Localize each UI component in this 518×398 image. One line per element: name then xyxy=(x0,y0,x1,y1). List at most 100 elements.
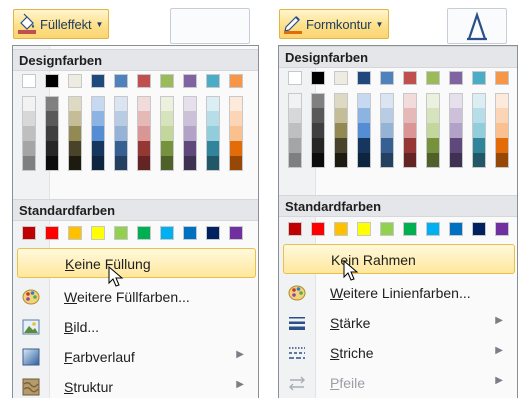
standard-color-swatch[interactable] xyxy=(311,222,325,236)
theme-color-swatch[interactable] xyxy=(137,74,151,88)
theme-shade-swatch[interactable] xyxy=(114,141,128,156)
theme-shade-swatch[interactable] xyxy=(311,153,325,168)
theme-shade-swatch[interactable] xyxy=(334,138,348,153)
theme-color-swatch[interactable] xyxy=(426,71,440,85)
theme-shade-swatch[interactable] xyxy=(114,111,128,126)
theme-shade-swatch[interactable] xyxy=(357,123,371,138)
theme-shade-swatch[interactable] xyxy=(403,123,417,138)
theme-shade-swatch[interactable] xyxy=(160,96,174,111)
standard-color-swatch[interactable] xyxy=(22,226,36,240)
theme-shade-swatch[interactable] xyxy=(137,141,151,156)
theme-color-swatch[interactable] xyxy=(311,71,325,85)
theme-shade-swatch[interactable] xyxy=(114,156,128,171)
theme-shade-swatch[interactable] xyxy=(472,138,486,153)
theme-shade-swatch[interactable] xyxy=(229,126,243,141)
theme-shade-swatch[interactable] xyxy=(449,138,463,153)
theme-shade-swatch[interactable] xyxy=(206,156,220,171)
theme-color-swatch[interactable] xyxy=(380,71,394,85)
theme-shade-swatch[interactable] xyxy=(206,96,220,111)
theme-shade-swatch[interactable] xyxy=(160,141,174,156)
standard-color-swatch[interactable] xyxy=(160,226,174,240)
shape-outline-button[interactable]: Formkontur ▼ xyxy=(279,9,390,39)
menu-item-no-fill[interactable]: Keine Füllung xyxy=(17,248,256,278)
theme-shade-swatch[interactable] xyxy=(357,108,371,123)
theme-shade-swatch[interactable] xyxy=(91,156,105,171)
theme-shade-swatch[interactable] xyxy=(357,93,371,108)
standard-color-swatch[interactable] xyxy=(114,226,128,240)
theme-shade-swatch[interactable] xyxy=(45,96,59,111)
theme-shade-swatch[interactable] xyxy=(68,141,82,156)
theme-shade-swatch[interactable] xyxy=(403,138,417,153)
theme-shade-swatch[interactable] xyxy=(380,153,394,168)
fill-effect-button[interactable]: Fülleffekt ▼ xyxy=(13,9,110,39)
theme-shade-swatch[interactable] xyxy=(403,153,417,168)
theme-shade-swatch[interactable] xyxy=(311,138,325,153)
theme-shade-swatch[interactable] xyxy=(137,156,151,171)
theme-shade-swatch[interactable] xyxy=(357,153,371,168)
theme-color-swatch[interactable] xyxy=(160,74,174,88)
theme-shade-swatch[interactable] xyxy=(68,156,82,171)
theme-shade-swatch[interactable] xyxy=(160,156,174,171)
theme-shade-swatch[interactable] xyxy=(91,126,105,141)
theme-shade-swatch[interactable] xyxy=(426,123,440,138)
theme-color-swatch[interactable] xyxy=(334,71,348,85)
standard-color-swatch[interactable] xyxy=(357,222,371,236)
theme-color-swatch[interactable] xyxy=(183,74,197,88)
theme-color-swatch[interactable] xyxy=(449,71,463,85)
theme-shade-swatch[interactable] xyxy=(137,111,151,126)
theme-shade-swatch[interactable] xyxy=(68,126,82,141)
theme-shade-swatch[interactable] xyxy=(22,126,36,141)
theme-shade-swatch[interactable] xyxy=(311,93,325,108)
theme-shade-swatch[interactable] xyxy=(403,108,417,123)
theme-shade-swatch[interactable] xyxy=(472,93,486,108)
theme-color-swatch[interactable] xyxy=(45,74,59,88)
standard-color-swatch[interactable] xyxy=(206,226,220,240)
theme-shade-swatch[interactable] xyxy=(206,126,220,141)
theme-color-swatch[interactable] xyxy=(472,71,486,85)
theme-shade-swatch[interactable] xyxy=(449,108,463,123)
theme-shade-swatch[interactable] xyxy=(334,123,348,138)
theme-color-swatch[interactable] xyxy=(288,71,302,85)
theme-shade-swatch[interactable] xyxy=(137,96,151,111)
theme-shade-swatch[interactable] xyxy=(183,96,197,111)
theme-shade-swatch[interactable] xyxy=(22,141,36,156)
theme-color-swatch[interactable] xyxy=(114,74,128,88)
theme-shade-swatch[interactable] xyxy=(334,108,348,123)
standard-color-swatch[interactable] xyxy=(426,222,440,236)
theme-shade-swatch[interactable] xyxy=(45,111,59,126)
theme-shade-swatch[interactable] xyxy=(160,111,174,126)
theme-shade-swatch[interactable] xyxy=(206,111,220,126)
standard-color-swatch[interactable] xyxy=(449,222,463,236)
theme-shade-swatch[interactable] xyxy=(183,141,197,156)
theme-shade-swatch[interactable] xyxy=(91,96,105,111)
theme-shade-swatch[interactable] xyxy=(183,126,197,141)
theme-shade-swatch[interactable] xyxy=(380,93,394,108)
theme-shade-swatch[interactable] xyxy=(206,141,220,156)
theme-shade-swatch[interactable] xyxy=(403,93,417,108)
menu-item-picture[interactable]: Bild... xyxy=(13,312,258,342)
theme-shade-swatch[interactable] xyxy=(426,93,440,108)
theme-shade-swatch[interactable] xyxy=(68,111,82,126)
standard-color-swatch[interactable] xyxy=(495,222,509,236)
theme-shade-swatch[interactable] xyxy=(380,138,394,153)
theme-shade-swatch[interactable] xyxy=(229,96,243,111)
theme-shade-swatch[interactable] xyxy=(288,153,302,168)
theme-shade-swatch[interactable] xyxy=(229,111,243,126)
theme-shade-swatch[interactable] xyxy=(183,156,197,171)
theme-shade-swatch[interactable] xyxy=(495,123,509,138)
theme-color-swatch[interactable] xyxy=(229,74,243,88)
theme-color-swatch[interactable] xyxy=(206,74,220,88)
theme-shade-swatch[interactable] xyxy=(45,156,59,171)
theme-shade-swatch[interactable] xyxy=(334,153,348,168)
standard-color-swatch[interactable] xyxy=(68,226,82,240)
standard-color-swatch[interactable] xyxy=(137,226,151,240)
theme-shade-swatch[interactable] xyxy=(288,93,302,108)
theme-shade-swatch[interactable] xyxy=(472,153,486,168)
theme-shade-swatch[interactable] xyxy=(380,108,394,123)
theme-shade-swatch[interactable] xyxy=(183,111,197,126)
theme-color-swatch[interactable] xyxy=(22,74,36,88)
menu-item-no-outline[interactable]: Kein Rahmen xyxy=(283,244,515,274)
theme-shade-swatch[interactable] xyxy=(311,108,325,123)
theme-shade-swatch[interactable] xyxy=(114,126,128,141)
menu-item-dashes[interactable]: Striche ▶ xyxy=(279,338,517,368)
